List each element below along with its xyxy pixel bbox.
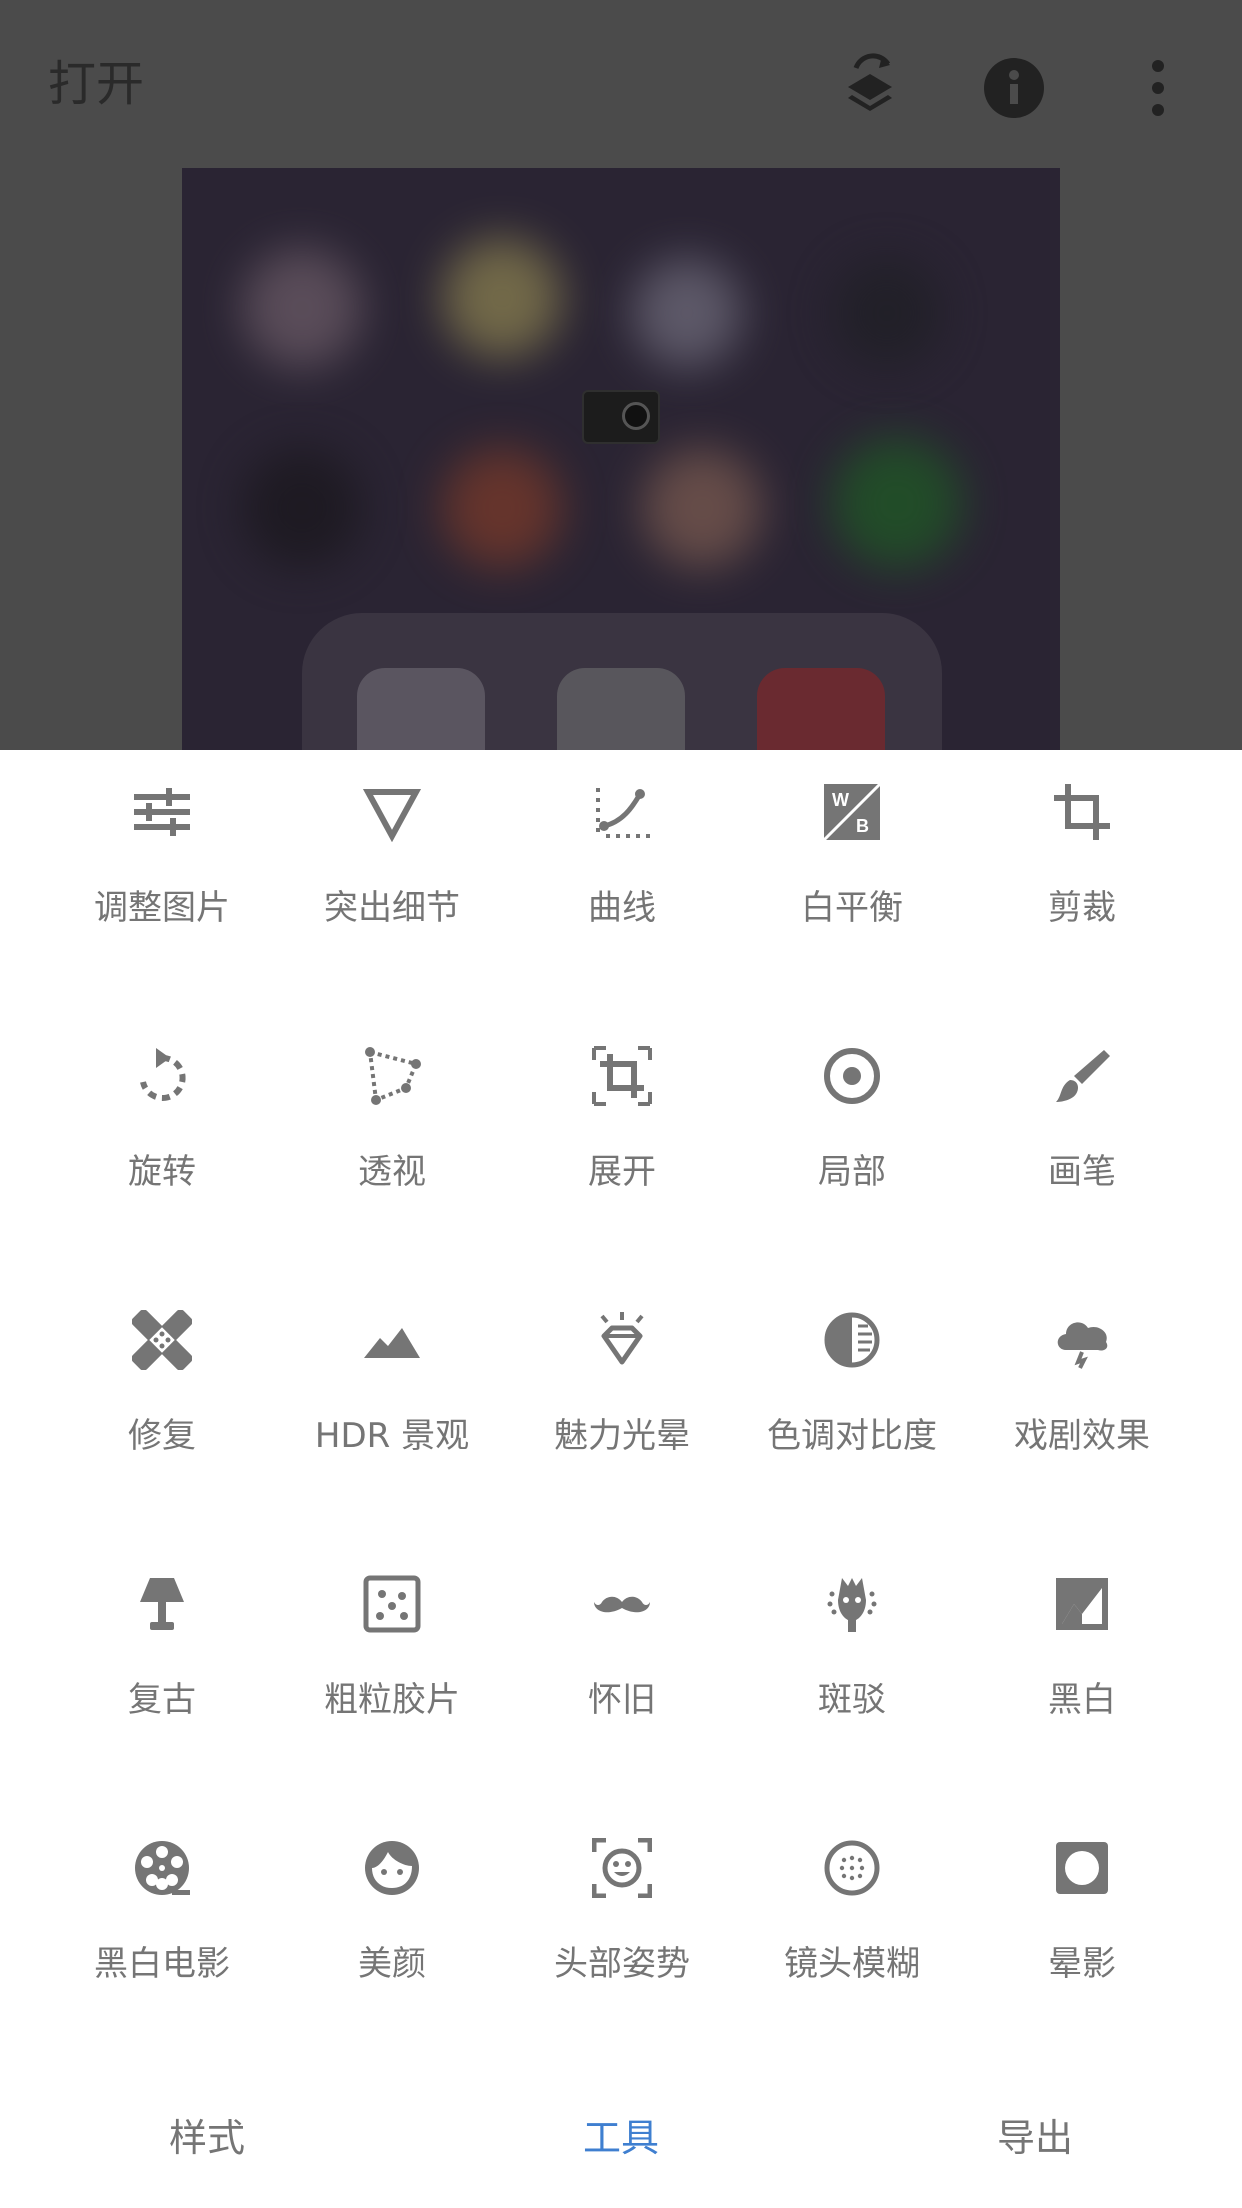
tool-portrait[interactable]: 美颜 [277,1806,507,2006]
lens-blur-icon [822,1838,882,1898]
expand-icon [592,1046,652,1106]
tool-adjust-image[interactable]: 调整图片 [47,750,277,950]
hdr-landscape-icon [362,1310,422,1370]
glamour-glow-icon [592,1310,652,1370]
tool-hdr[interactable]: HDR 景观 [277,1278,507,1478]
tool-grunge[interactable]: 斑驳 [737,1542,967,1742]
tool-curves[interactable]: 曲线 [507,750,737,950]
tool-perspective[interactable]: 透视 [277,1014,507,1214]
photo [182,168,1060,750]
tab-export[interactable]: 导出 [935,2110,1135,2166]
tool-black-white[interactable]: 黑白 [967,1542,1197,1742]
white-balance-icon: W B [822,782,882,842]
tool-brush[interactable]: 画笔 [967,1014,1197,1214]
vintage-lamp-icon [132,1574,192,1634]
image-preview [0,168,1242,750]
tool-label: 晕影 [1048,1944,1116,1984]
tool-label: 戏剧效果 [1014,1416,1150,1456]
svg-text:W: W [832,790,849,810]
tool-glamour-glow[interactable]: 魅力光晕 [507,1278,737,1478]
tool-tonal-contrast[interactable]: 色调对比度 [737,1278,967,1478]
rotate-icon [132,1046,192,1106]
tool-vintage[interactable]: 复古 [47,1542,277,1742]
tools-panel: 调整图片 突出细节 曲线 W B 白平衡 剪裁 旋转 透视 展开 局部 画笔 修… [0,750,1242,2050]
perspective-icon [362,1046,422,1106]
tool-label: 画笔 [1048,1152,1116,1192]
tool-details[interactable]: 突出细节 [277,750,507,950]
tool-grainy-film[interactable]: 粗粒胶片 [277,1542,507,1742]
open-button[interactable]: 打开 [48,56,144,112]
tool-selective[interactable]: 局部 [737,1014,967,1214]
more-vert-icon[interactable] [1114,44,1202,132]
tool-white-balance[interactable]: W B 白平衡 [737,750,967,950]
mustache-icon [592,1574,652,1634]
drama-icon [1052,1310,1112,1370]
healing-icon [131,1309,193,1371]
tool-vignette[interactable]: 晕影 [967,1806,1197,2006]
info-icon[interactable] [970,44,1058,132]
tool-lens-blur[interactable]: 镜头模糊 [737,1806,967,2006]
camera-icon [582,390,660,444]
tab-tools[interactable]: 工具 [521,2110,721,2166]
brush-icon [1052,1046,1112,1106]
svg-text:B: B [856,816,869,836]
tool-drama[interactable]: 戏剧效果 [967,1278,1197,1478]
film-reel-icon [132,1838,192,1898]
selective-icon [822,1046,882,1106]
layers-undo-icon[interactable] [826,44,914,132]
tool-rotate[interactable]: 旋转 [47,1014,277,1214]
tool-label: 剪裁 [1048,888,1116,928]
grainy-film-icon [362,1574,422,1634]
tool-label: 黑白 [1048,1680,1116,1720]
tool-noir[interactable]: 黑白电影 [47,1806,277,2006]
tonal-contrast-icon [822,1310,882,1370]
top-app-bar: 打开 [0,0,1242,168]
black-white-icon [1052,1574,1112,1634]
tool-head-pose[interactable]: 头部姿势 [507,1806,737,2006]
crop-icon [1052,782,1112,842]
triangle-details-icon [362,782,422,843]
tool-crop[interactable]: 剪裁 [967,750,1197,950]
tool-retrolux[interactable]: 怀旧 [507,1542,737,1742]
tool-healing[interactable]: 修复 [47,1278,277,1478]
tool-expand[interactable]: 展开 [507,1014,737,1214]
tune-icon [132,782,192,842]
tab-styles[interactable]: 样式 [107,2110,307,2166]
grunge-icon [822,1574,882,1634]
vignette-icon [1052,1838,1112,1898]
curves-icon [592,782,652,842]
face-icon [362,1838,422,1898]
head-pose-icon [591,1837,653,1899]
bottom-navigation: 样式 工具 导出 [0,2090,1242,2208]
